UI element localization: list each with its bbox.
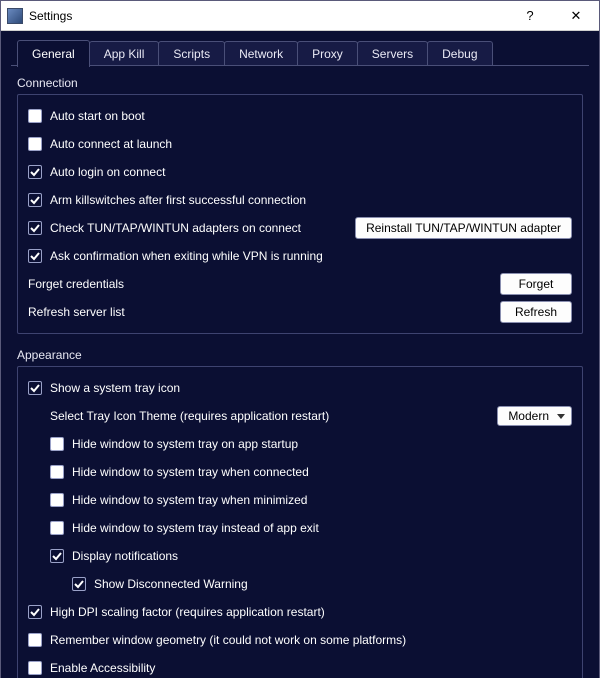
help-icon: ? xyxy=(526,8,533,23)
tab-debug[interactable]: Debug xyxy=(427,41,492,66)
row-forget-credentials: Forget credentials Forget xyxy=(28,273,572,295)
row-tray-theme: Select Tray Icon Theme (requires applica… xyxy=(28,405,572,427)
app-icon xyxy=(7,8,23,24)
label-display-notifications: Display notifications xyxy=(72,549,178,563)
window-body: General App Kill Scripts Network Proxy S… xyxy=(1,31,599,678)
section-appearance: Show a system tray icon Select Tray Icon… xyxy=(17,366,583,678)
label-check-tun: Check TUN/TAP/WINTUN adapters on connect xyxy=(50,221,301,235)
row-high-dpi: High DPI scaling factor (requires applic… xyxy=(28,601,572,623)
forget-button[interactable]: Forget xyxy=(500,273,572,295)
tray-theme-dropdown[interactable]: Modern xyxy=(497,406,572,426)
checkbox-high-dpi[interactable] xyxy=(28,605,42,619)
label-ask-confirm-exit: Ask confirmation when exiting while VPN … xyxy=(50,249,323,263)
tab-servers[interactable]: Servers xyxy=(357,41,428,66)
label-hide-connected: Hide window to system tray when connecte… xyxy=(72,465,309,479)
settings-window: Settings ? ✕ General App Kill Scripts Ne… xyxy=(0,0,600,678)
chevron-down-icon xyxy=(557,414,565,419)
label-refresh-servers: Refresh server list xyxy=(28,305,125,319)
tabstrip: General App Kill Scripts Network Proxy S… xyxy=(11,39,589,66)
label-forget-credentials: Forget credentials xyxy=(28,277,124,291)
tab-label: Scripts xyxy=(173,47,210,61)
section-title-connection: Connection xyxy=(17,76,583,90)
titlebar: Settings ? ✕ xyxy=(1,1,599,31)
label-auto-connect: Auto connect at launch xyxy=(50,137,172,151)
checkbox-hide-startup[interactable] xyxy=(50,437,64,451)
label-show-tray: Show a system tray icon xyxy=(50,381,180,395)
tab-proxy[interactable]: Proxy xyxy=(297,41,358,66)
tray-theme-value: Modern xyxy=(508,409,549,423)
section-title-appearance: Appearance xyxy=(17,348,583,362)
tab-app-kill[interactable]: App Kill xyxy=(89,41,160,66)
reinstall-tun-button[interactable]: Reinstall TUN/TAP/WINTUN adapter xyxy=(355,217,572,239)
checkbox-enable-accessibility[interactable] xyxy=(28,661,42,675)
row-show-tray: Show a system tray icon xyxy=(28,377,572,399)
close-button[interactable]: ✕ xyxy=(553,1,599,31)
window-title: Settings xyxy=(29,9,72,23)
row-check-tun: Check TUN/TAP/WINTUN adapters on connect… xyxy=(28,217,572,239)
refresh-button[interactable]: Refresh xyxy=(500,301,572,323)
checkbox-auto-login[interactable] xyxy=(28,165,42,179)
row-hide-exit: Hide window to system tray instead of ap… xyxy=(28,517,572,539)
row-auto-login: Auto login on connect xyxy=(28,161,572,183)
label-auto-start: Auto start on boot xyxy=(50,109,145,123)
row-remember-geometry: Remember window geometry (it could not w… xyxy=(28,629,572,651)
checkbox-remember-geometry[interactable] xyxy=(28,633,42,647)
help-button[interactable]: ? xyxy=(507,1,553,31)
row-auto-connect: Auto connect at launch xyxy=(28,133,572,155)
close-icon: ✕ xyxy=(571,8,582,24)
tab-scripts[interactable]: Scripts xyxy=(158,41,225,66)
label-hide-exit: Hide window to system tray instead of ap… xyxy=(72,521,319,535)
tab-label: Servers xyxy=(372,47,413,61)
label-hide-startup: Hide window to system tray on app startu… xyxy=(72,437,298,451)
tab-label: Proxy xyxy=(312,47,343,61)
checkbox-ask-confirm-exit[interactable] xyxy=(28,249,42,263)
checkbox-show-disconnected-warning[interactable] xyxy=(72,577,86,591)
checkbox-hide-minimized[interactable] xyxy=(50,493,64,507)
row-display-notifications: Display notifications xyxy=(28,545,572,567)
row-hide-minimized: Hide window to system tray when minimize… xyxy=(28,489,572,511)
tab-label: Network xyxy=(239,47,283,61)
label-remember-geometry: Remember window geometry (it could not w… xyxy=(50,633,406,647)
tab-label: App Kill xyxy=(104,47,145,61)
checkbox-hide-connected[interactable] xyxy=(50,465,64,479)
label-show-disconnected-warning: Show Disconnected Warning xyxy=(94,577,248,591)
row-refresh-servers: Refresh server list Refresh xyxy=(28,301,572,323)
checkbox-hide-exit[interactable] xyxy=(50,521,64,535)
label-auto-login: Auto login on connect xyxy=(50,165,165,179)
row-enable-accessibility: Enable Accessibility xyxy=(28,657,572,678)
checkbox-auto-connect[interactable] xyxy=(28,137,42,151)
row-auto-start: Auto start on boot xyxy=(28,105,572,127)
row-hide-connected: Hide window to system tray when connecte… xyxy=(28,461,572,483)
tab-label: Debug xyxy=(442,47,477,61)
tab-general[interactable]: General xyxy=(17,40,90,67)
checkbox-display-notifications[interactable] xyxy=(50,549,64,563)
checkbox-show-tray[interactable] xyxy=(28,381,42,395)
row-show-disconnected-warning: Show Disconnected Warning xyxy=(28,573,572,595)
tab-network[interactable]: Network xyxy=(224,41,298,66)
label-arm-killswitches: Arm killswitches after first successful … xyxy=(50,193,306,207)
label-tray-theme: Select Tray Icon Theme (requires applica… xyxy=(50,409,329,423)
label-enable-accessibility: Enable Accessibility xyxy=(50,661,155,675)
checkbox-arm-killswitches[interactable] xyxy=(28,193,42,207)
checkbox-check-tun[interactable] xyxy=(28,221,42,235)
checkbox-auto-start[interactable] xyxy=(28,109,42,123)
tab-label: General xyxy=(32,47,75,61)
section-connection: Auto start on boot Auto connect at launc… xyxy=(17,94,583,334)
row-hide-startup: Hide window to system tray on app startu… xyxy=(28,433,572,455)
row-ask-confirm-exit: Ask confirmation when exiting while VPN … xyxy=(28,245,572,267)
label-hide-minimized: Hide window to system tray when minimize… xyxy=(72,493,307,507)
label-high-dpi: High DPI scaling factor (requires applic… xyxy=(50,605,325,619)
tab-panel-general: Connection Auto start on boot Auto conne… xyxy=(11,66,589,678)
row-arm-killswitches: Arm killswitches after first successful … xyxy=(28,189,572,211)
